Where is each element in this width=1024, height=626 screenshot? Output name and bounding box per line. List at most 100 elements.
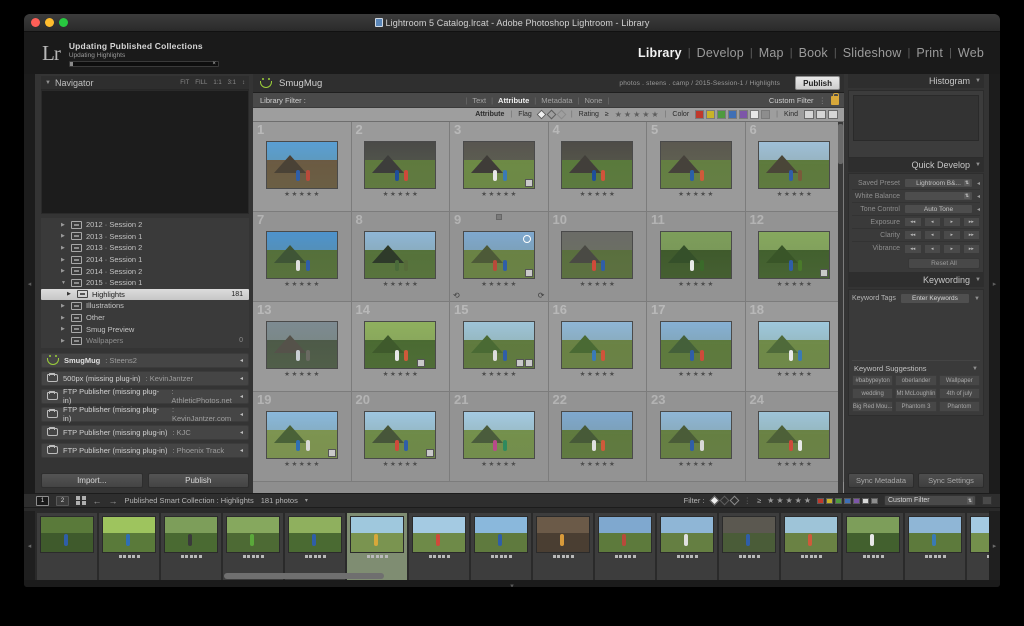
photo-thumbnail[interactable]: [265, 141, 338, 190]
clarity-increase-large[interactable]: ▸▸: [962, 230, 980, 240]
star-icon[interactable]: ★: [405, 192, 411, 199]
star-icon[interactable]: [309, 555, 312, 558]
star-icon[interactable]: ★: [306, 192, 312, 199]
develop-badge-icon[interactable]: [524, 269, 533, 278]
star-icon[interactable]: ★: [806, 462, 812, 469]
custom-filter-select[interactable]: Custom Filter ⇅: [884, 495, 976, 506]
star-icon[interactable]: ★: [609, 462, 615, 469]
exposure-increase-large[interactable]: ▸▸: [962, 217, 980, 227]
filmstrip-rating-stars[interactable]: [180, 555, 202, 558]
zoom-1-1[interactable]: 1:1: [213, 80, 221, 86]
star-icon[interactable]: [933, 555, 937, 558]
color-swatch-red[interactable]: [817, 497, 824, 504]
star-icon[interactable]: ★: [510, 372, 516, 379]
star-icon[interactable]: ★: [306, 372, 312, 379]
photo-thumbnail[interactable]: [758, 141, 831, 190]
tree-row-smug-preview[interactable]: ▶ Smug Preview: [41, 323, 249, 335]
star-icon[interactable]: [694, 555, 698, 558]
star-icon[interactable]: [384, 555, 388, 558]
filmstrip-thumbnail[interactable]: [533, 513, 593, 580]
filmstrip-thumbnail[interactable]: [161, 513, 221, 580]
photo-thumbnail[interactable]: [758, 411, 831, 460]
star-icon[interactable]: [743, 555, 746, 558]
star-icon[interactable]: ★: [693, 462, 699, 469]
star-icon[interactable]: [938, 555, 941, 558]
tree-row-other[interactable]: ▶ Other: [41, 312, 249, 324]
flag-filters[interactable]: [536, 109, 567, 120]
star-icon[interactable]: ★: [602, 372, 608, 379]
disclosure-triangle-icon[interactable]: ▶: [61, 303, 67, 309]
star-icon[interactable]: [504, 555, 507, 558]
chevron-updown-icon[interactable]: ⇅: [963, 193, 970, 199]
disclosure-triangle-icon[interactable]: ▶: [61, 257, 67, 263]
star-icon[interactable]: ★: [390, 462, 396, 469]
filmstrip-rating-stars[interactable]: [552, 555, 574, 558]
photo-thumbnail[interactable]: [462, 141, 535, 190]
filmstrip-rating-stars[interactable]: [614, 555, 636, 558]
star-icon[interactable]: [189, 555, 193, 558]
publish-service-500px[interactable]: 500px (missing plug-in) : KevinJantzer ◂: [41, 370, 249, 386]
rating-operator[interactable]: ≥: [605, 111, 609, 118]
grid-cell[interactable]: 14 ★ ★ ★ ★ ★: [351, 302, 450, 392]
star-icon[interactable]: ★: [306, 282, 312, 289]
cell-rating-stars[interactable]: ★ ★ ★ ★ ★: [284, 192, 319, 199]
star-icon[interactable]: [924, 555, 928, 558]
cell-rating-stars[interactable]: ★ ★ ★ ★ ★: [383, 192, 418, 199]
star-icon[interactable]: ★: [707, 282, 713, 289]
color-swatch-yellow[interactable]: [826, 497, 833, 504]
grid-cell[interactable]: 8 ★ ★ ★ ★ ★: [351, 212, 450, 302]
star-icon[interactable]: ★: [700, 372, 706, 379]
photo-count[interactable]: 181 photos: [261, 496, 298, 505]
publish-button-left[interactable]: Publish: [147, 473, 249, 488]
star-icon[interactable]: ★: [686, 462, 692, 469]
kind-video-icon[interactable]: [828, 110, 838, 119]
color-swatch-purple[interactable]: [739, 110, 749, 119]
star-icon[interactable]: ★: [284, 372, 290, 379]
filmstrip-thumbnail[interactable]: [905, 513, 965, 580]
photo-thumbnail[interactable]: [364, 321, 437, 370]
tree-row-2012-session-2[interactable]: ▶ 2012 · Session 2: [41, 219, 249, 231]
color-swatch-blue[interactable]: [728, 110, 738, 119]
publish-service-collapse-icon[interactable]: ◂: [240, 357, 243, 364]
cell-rating-stars[interactable]: ★ ★ ★ ★ ★: [580, 282, 615, 289]
star-icon[interactable]: ★: [784, 462, 790, 469]
grid-cell[interactable]: 20 ★ ★ ★ ★ ★: [351, 392, 450, 482]
star-icon[interactable]: ★: [707, 192, 713, 199]
star-icon[interactable]: ★: [390, 282, 396, 289]
filmstrip-thumbnail[interactable]: [37, 513, 97, 580]
keywording-header[interactable]: Keywording ▼: [848, 273, 984, 287]
star-icon[interactable]: ★: [397, 192, 403, 199]
star-icon[interactable]: [123, 555, 126, 558]
star-icon[interactable]: ★: [791, 192, 797, 199]
keyword-suggestion[interactable]: Phantom 3: [895, 401, 937, 412]
filmstrip-rating-stars[interactable]: [242, 555, 264, 558]
publish-service-collapse-icon[interactable]: ◂: [240, 411, 243, 418]
photo-thumbnail[interactable]: [364, 141, 437, 190]
keyword-suggestion[interactable]: oberlander: [895, 375, 937, 386]
star-icon[interactable]: [194, 555, 197, 558]
filmstrip-photo[interactable]: [474, 516, 528, 553]
star-icon[interactable]: ★: [390, 192, 396, 199]
flag-rejected-icon[interactable]: [556, 109, 567, 120]
star-icon[interactable]: ★: [489, 282, 495, 289]
cell-rating-stars[interactable]: ★ ★ ★ ★ ★: [284, 282, 319, 289]
star-icon[interactable]: [681, 555, 684, 558]
filmstrip-photo[interactable]: [102, 516, 156, 553]
kind-virtual-copy-icon[interactable]: [816, 110, 826, 119]
star-icon[interactable]: ★: [693, 372, 699, 379]
vibrance-decrease-small[interactable]: ◂: [923, 243, 941, 254]
cell-rating-stars[interactable]: ★ ★ ★ ★ ★: [777, 372, 812, 379]
cell-rating-stars[interactable]: ★ ★ ★ ★ ★: [678, 282, 713, 289]
toolbar-rating-operator[interactable]: ≥: [757, 496, 761, 505]
tree-row-illustrations[interactable]: ▶ Illustrations: [41, 300, 249, 312]
star-icon[interactable]: ★: [580, 282, 586, 289]
cell-rating-stars[interactable]: ★ ★ ★ ★ ★: [481, 282, 516, 289]
star-icon[interactable]: [318, 555, 321, 558]
star-icon[interactable]: [136, 555, 140, 558]
clarity-increase-small[interactable]: ▸: [943, 230, 961, 240]
cell-rating-stars[interactable]: ★ ★ ★ ★ ★: [284, 462, 319, 469]
chevron-down-icon[interactable]: ▼: [975, 277, 981, 283]
star-icon[interactable]: [242, 555, 246, 558]
star-icon[interactable]: [628, 555, 631, 558]
tree-row-highlights[interactable]: ▶ Highlights 181: [41, 288, 249, 301]
